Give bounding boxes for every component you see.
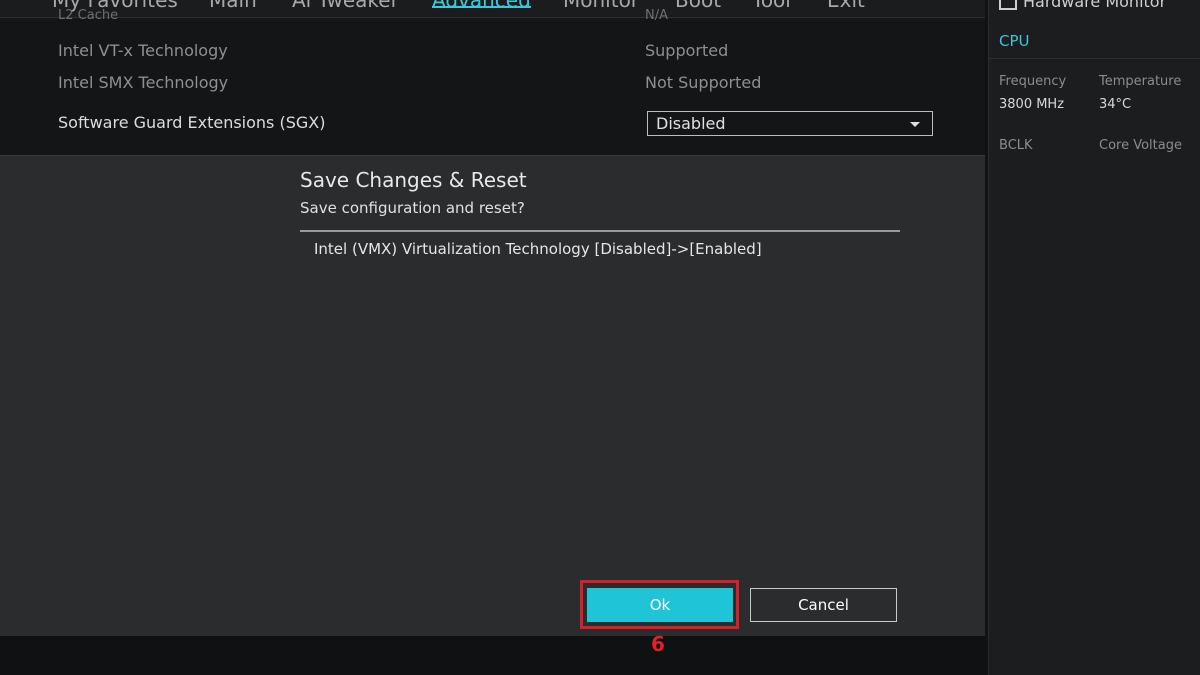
- top-nav: My Favorites Main Ai Tweaker Advanced Mo…: [0, 0, 985, 18]
- bottom-strip: [0, 636, 985, 675]
- hardware-monitor-title: Hardware Monitor: [999, 0, 1166, 11]
- cancel-button[interactable]: Cancel: [750, 588, 897, 622]
- chevron-down-icon: [910, 122, 920, 127]
- setting-label-smx: Intel SMX Technology: [58, 73, 229, 92]
- tab-ai-tweaker[interactable]: Ai Tweaker: [292, 0, 399, 12]
- sgx-select-value: Disabled: [656, 114, 726, 133]
- tab-exit[interactable]: Exit: [827, 0, 865, 12]
- dialog-divider: [300, 230, 900, 232]
- setting-label-vtx: Intel VT-x Technology: [58, 41, 228, 60]
- cpu-section-title: CPU: [999, 32, 1030, 50]
- frequency-label: Frequency: [999, 74, 1067, 89]
- dialog-subtitle: Save configuration and reset?: [300, 199, 525, 217]
- tab-tool[interactable]: Tool: [752, 0, 791, 12]
- setting-value-smx: Not Supported: [645, 73, 762, 92]
- setting-label-partial: L2 Cache: [58, 8, 119, 23]
- hardware-monitor-title-text: Hardware Monitor: [1023, 0, 1167, 11]
- setting-label-sgx: Software Guard Extensions (SGX): [58, 113, 326, 132]
- monitor-icon: [999, 0, 1017, 10]
- divider: [989, 58, 1200, 59]
- tab-advanced[interactable]: Advanced: [432, 0, 531, 12]
- hardware-monitor-panel: Hardware Monitor CPU Frequency Temperatu…: [988, 0, 1200, 675]
- dialog-title: Save Changes & Reset: [300, 168, 527, 192]
- save-changes-dialog: Save Changes & Reset Save configuration …: [0, 155, 985, 636]
- tab-main[interactable]: Main: [209, 0, 257, 12]
- ok-button[interactable]: Ok: [587, 588, 733, 622]
- bclk-label: BCLK: [999, 138, 1033, 153]
- core-voltage-label: Core Voltage: [1099, 138, 1182, 153]
- tab-boot[interactable]: Boot: [675, 0, 721, 12]
- setting-value-vtx: Supported: [645, 41, 729, 60]
- temperature-value: 34°C: [1099, 97, 1132, 112]
- change-list-item: Intel (VMX) Virtualization Technology [D…: [314, 240, 762, 258]
- sgx-select[interactable]: Disabled: [647, 111, 933, 136]
- tab-monitor[interactable]: Monitor: [563, 0, 639, 12]
- setting-value-partial: N/A: [645, 8, 668, 23]
- temperature-label: Temperature: [1099, 74, 1182, 89]
- frequency-value: 3800 MHz: [999, 97, 1065, 112]
- step-number-label: 6: [651, 632, 665, 656]
- bios-screen: My Favorites Main Ai Tweaker Advanced Mo…: [0, 0, 1200, 675]
